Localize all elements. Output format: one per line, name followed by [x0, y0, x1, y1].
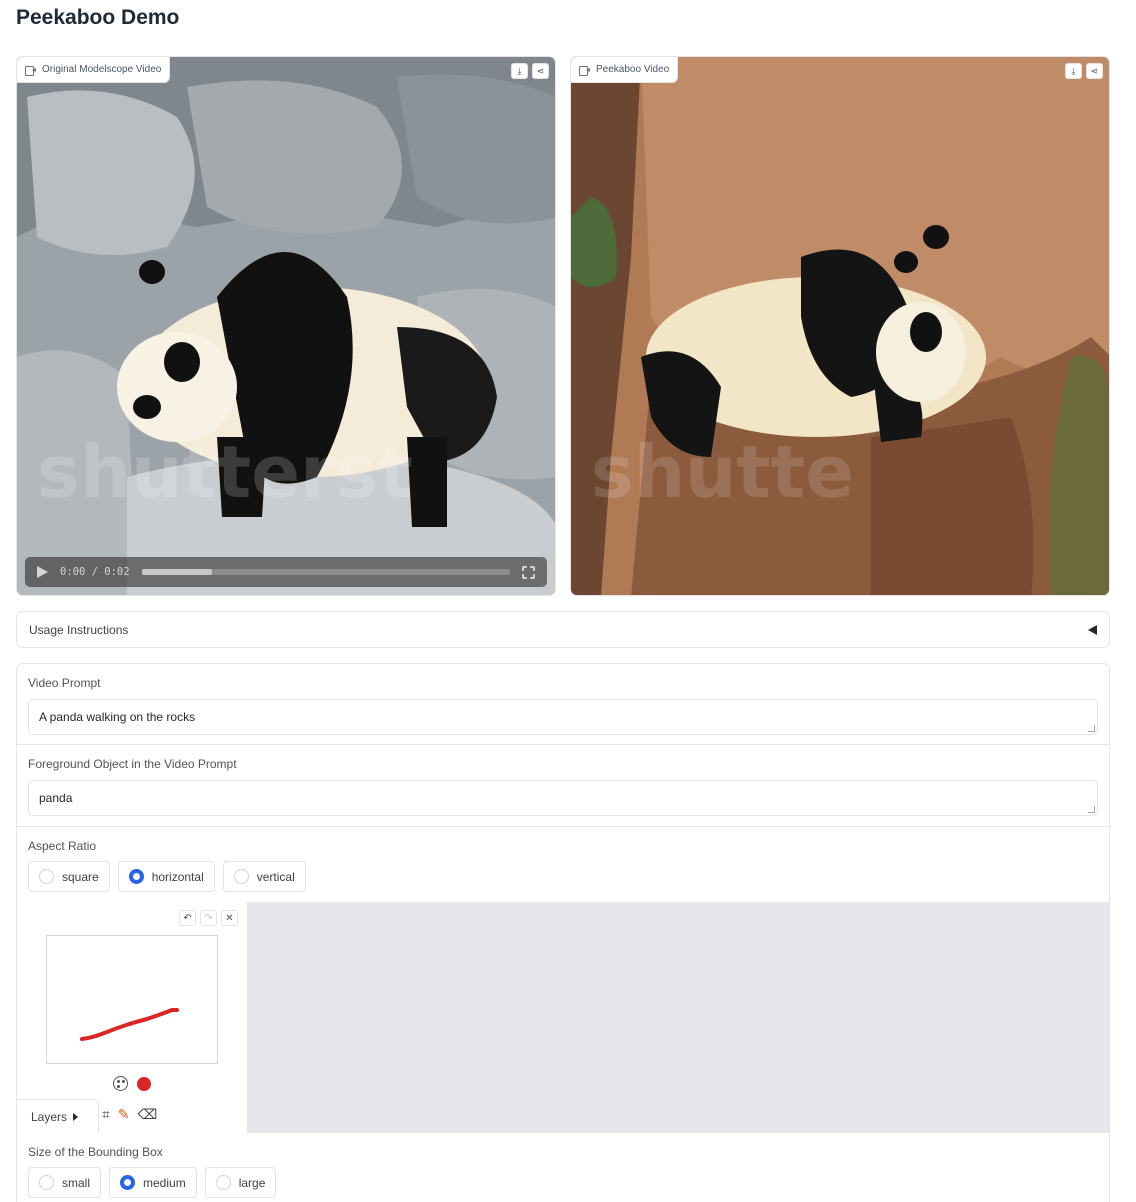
- collapse-arrow-icon[interactable]: [1088, 624, 1097, 635]
- radio-circle-icon: [39, 869, 54, 884]
- video-label: Peekaboo Video: [571, 57, 679, 83]
- layers-button[interactable]: Layers: [17, 1099, 99, 1133]
- duration: 0:02: [104, 566, 130, 578]
- radio-circle-icon: [215, 1175, 231, 1190]
- aspect-ratio-block: Aspect Ratio square horizontal vertical: [17, 827, 1109, 902]
- video-frame-panda-rocks: shutterst: [17, 57, 555, 595]
- radio-option-horizontal[interactable]: horizontal: [117, 861, 215, 892]
- svg-text:shutte: shutte: [591, 430, 854, 514]
- radio-selected-icon: [128, 869, 144, 884]
- video-prompt-input[interactable]: A panda walking on the rocks: [28, 699, 1098, 735]
- aspect-ratio-radio-group: square horizontal vertical: [28, 861, 306, 892]
- foreground-object-value: panda: [39, 791, 73, 805]
- radio-label: vertical: [256, 869, 295, 884]
- palette-icon[interactable]: [113, 1076, 128, 1091]
- undo-icon[interactable]: ↶: [179, 910, 196, 926]
- radio-option-small[interactable]: small: [28, 1167, 102, 1198]
- radio-circle-icon: [39, 1175, 54, 1190]
- usage-instructions-accordion[interactable]: Usage Instructions: [16, 611, 1110, 648]
- resize-handle-icon[interactable]: [1088, 806, 1095, 813]
- sketch-tools: ⌗ ✎ ⌫: [102, 1105, 157, 1123]
- close-icon[interactable]: ✕: [221, 910, 238, 926]
- crop-icon[interactable]: ⌗: [102, 1105, 110, 1123]
- video-controls: 0:00 / 0:02: [25, 557, 547, 587]
- video-label: Original Modelscope Video: [17, 57, 171, 83]
- drawing-canvas[interactable]: [46, 935, 218, 1064]
- fullscreen-icon[interactable]: [522, 565, 535, 579]
- download-icon[interactable]: ⤓: [1065, 63, 1082, 79]
- video-toolbar: ⤓ ⋖: [511, 63, 549, 79]
- video-frame-panda-cliff: shutte: [571, 57, 1109, 595]
- video-toolbar: ⤓ ⋖: [1065, 63, 1103, 79]
- radio-selected-icon: [120, 1175, 136, 1190]
- radio-label: square: [62, 869, 99, 884]
- radio-option-square[interactable]: square: [28, 861, 110, 892]
- sketchpad: ↶ ↷ ✕ Layers ⌗ ✎ ⌫: [17, 902, 1109, 1133]
- peekaboo-video-player[interactable]: shutte Peekaboo Video ⤓ ⋖: [570, 56, 1110, 596]
- layers-label: Layers: [31, 1109, 68, 1124]
- foreground-object-block: Foreground Object in the Video Prompt pa…: [17, 745, 1109, 827]
- bbox-size-radio-group: small medium large: [28, 1167, 277, 1198]
- sketchpad-panel: ↶ ↷ ✕ Layers ⌗ ✎ ⌫: [17, 902, 247, 1133]
- svg-text:shutterst: shutterst: [37, 430, 413, 514]
- page-title: Peekaboo Demo: [16, 6, 180, 29]
- brush-icon[interactable]: ✎: [118, 1105, 130, 1123]
- download-icon[interactable]: ⤓: [511, 63, 528, 79]
- video-prompt-label: Video Prompt: [28, 676, 101, 690]
- share-icon[interactable]: ⋖: [532, 63, 549, 79]
- radio-option-large[interactable]: large: [204, 1167, 277, 1198]
- radio-circle-icon: [233, 869, 249, 884]
- radio-label: medium: [143, 1175, 186, 1190]
- video-prompt-block: Video Prompt A panda walking on the rock…: [17, 664, 1109, 745]
- video-prompt-value: A panda walking on the rocks: [39, 710, 196, 724]
- bbox-size-block: Size of the Bounding Box small medium la…: [17, 1133, 1109, 1202]
- sketch-history-toolbar: ↶ ↷ ✕: [179, 910, 238, 926]
- radio-option-medium[interactable]: medium: [109, 1167, 197, 1198]
- time-separator: /: [91, 566, 98, 578]
- current-time: 0:00: [60, 566, 86, 578]
- video-label-text: Peekaboo Video: [596, 64, 670, 75]
- video-label-text: Original Modelscope Video: [42, 64, 162, 75]
- foreground-object-label: Foreground Object in the Video Prompt: [28, 757, 237, 771]
- aspect-ratio-label: Aspect Ratio: [28, 839, 97, 853]
- input-form: Video Prompt A panda walking on the rock…: [16, 663, 1110, 1202]
- radio-option-vertical[interactable]: vertical: [222, 861, 306, 892]
- share-icon[interactable]: ⋖: [1086, 63, 1103, 79]
- video-progress-fill: [141, 569, 212, 575]
- video-camera-icon: [25, 65, 36, 76]
- resize-handle-icon[interactable]: [1088, 725, 1095, 732]
- bbox-size-label: Size of the Bounding Box: [28, 1145, 163, 1159]
- eraser-icon[interactable]: ⌫: [138, 1105, 158, 1123]
- accordion-label: Usage Instructions: [29, 622, 129, 637]
- video-camera-icon: [579, 65, 590, 76]
- redo-icon[interactable]: ↷: [200, 910, 217, 926]
- brush-color-swatch[interactable]: [137, 1077, 151, 1091]
- play-icon[interactable]: [37, 566, 48, 578]
- caret-right-icon: [73, 1112, 79, 1121]
- video-progress-bar[interactable]: [141, 569, 510, 575]
- radio-label: small: [62, 1175, 91, 1190]
- radio-label: horizontal: [151, 869, 204, 884]
- original-video-player[interactable]: shutterst Original Modelscope Video ⤓ ⋖ …: [16, 56, 556, 596]
- foreground-object-input[interactable]: panda: [28, 780, 1098, 816]
- sketch-stroke: [80, 1008, 179, 1041]
- video-time: 0:00 / 0:02: [60, 566, 130, 578]
- radio-label: large: [238, 1175, 266, 1190]
